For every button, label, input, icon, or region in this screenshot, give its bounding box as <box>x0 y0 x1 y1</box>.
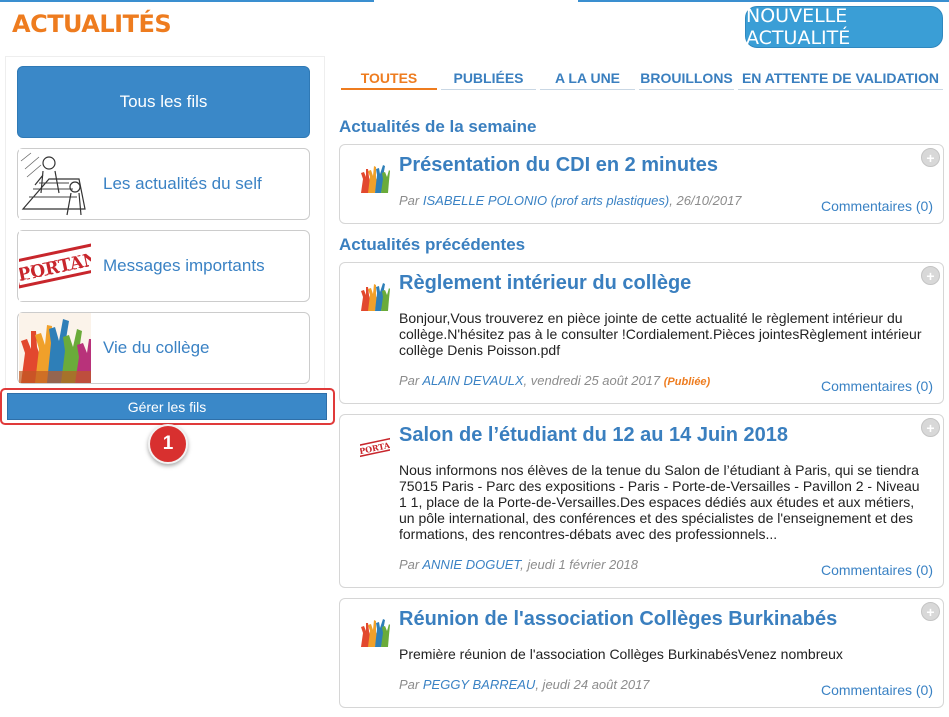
feed-label: Tous les fils <box>119 92 208 111</box>
raised-hands-icon <box>19 313 91 383</box>
news-title[interactable]: Présentation du CDI en 2 minutes <box>399 154 718 177</box>
manage-feeds-highlight: Gérer les fils <box>0 388 335 425</box>
news-date: , jeudi 1 février 2018 <box>520 557 638 572</box>
author-link[interactable]: ISABELLE POLONIO (prof arts plastiques) <box>423 193 669 208</box>
status-badge: (Publiée) <box>663 376 711 388</box>
comments-link[interactable]: Commentaires (0) <box>821 562 933 578</box>
feed-cafeteria[interactable]: Les actualités du self <box>17 148 310 220</box>
top-border-right <box>578 0 949 2</box>
important-stamp-icon: PORTA <box>356 433 394 463</box>
expand-plus-icon[interactable]: + <box>921 602 940 621</box>
section-previous-heading: Actualités précédentes <box>339 235 526 254</box>
author-link[interactable]: PEGGY BARREAU <box>423 677 535 692</box>
news-meta: Par PEGGY BARREAU, jeudi 24 août 2017 <box>399 677 650 692</box>
feed-school-life[interactable]: Vie du collège <box>17 312 310 384</box>
news-card: Règlement intérieur du collège Bonjour,V… <box>339 262 944 404</box>
author-link[interactable]: ANNIE DOGUET <box>422 557 520 572</box>
tab-pending-validation[interactable]: EN ATTENTE DE VALIDATION <box>738 68 943 90</box>
news-date: , jeudi 24 août 2017 <box>535 677 650 692</box>
comments-link[interactable]: Commentaires (0) <box>821 198 933 214</box>
page-title: ACTUALITÉS <box>12 10 172 38</box>
expand-plus-icon[interactable]: + <box>921 418 940 437</box>
news-meta: Par ALAIN DEVAULX, vendredi 25 août 2017… <box>399 373 710 388</box>
news-meta: Par ISABELLE POLONIO (prof arts plastiqu… <box>399 193 742 208</box>
step-number-badge: 1 <box>148 424 188 464</box>
author-prefix: Par <box>399 373 420 388</box>
cafeteria-sketch-icon <box>19 149 91 219</box>
news-title[interactable]: Salon de l’étudiant du 12 au 14 Juin 201… <box>399 424 788 447</box>
feed-important-messages[interactable]: PORTAN Messages importants <box>17 230 310 302</box>
manage-feeds-button[interactable]: Gérer les fils <box>7 393 327 420</box>
feed-all[interactable]: Tous les fils <box>17 66 310 138</box>
tab-drafts[interactable]: BROUILLONS <box>639 68 734 90</box>
news-body: Bonjour,Vous trouverez en pièce jointe d… <box>399 310 922 358</box>
raised-hands-icon <box>360 617 390 647</box>
tab-all[interactable]: TOUTES <box>341 68 437 90</box>
news-date: , vendredi 25 août 2017 <box>523 373 661 388</box>
news-body: Première réunion de l'association Collèg… <box>399 646 843 662</box>
news-page: ACTUALITÉS NOUVELLE ACTUALITÉ Tous les f… <box>0 0 949 717</box>
news-card: Réunion de l'association Collèges Burkin… <box>339 598 944 708</box>
tab-published[interactable]: PUBLIÉES <box>441 68 536 90</box>
raised-hands-icon <box>360 163 390 193</box>
important-stamp-icon: PORTAN <box>19 231 91 301</box>
author-prefix: Par <box>399 193 420 208</box>
expand-plus-icon[interactable]: + <box>921 148 940 167</box>
news-title[interactable]: Règlement intérieur du collège <box>399 272 691 295</box>
section-week-heading: Actualités de la semaine <box>339 117 537 136</box>
expand-plus-icon[interactable]: + <box>921 266 940 285</box>
news-body: Nous informons nos élèves de la tenue du… <box>399 462 920 542</box>
news-card: PORTA Salon de l’étudiant du 12 au 14 Ju… <box>339 414 944 588</box>
top-border <box>0 0 374 2</box>
comments-link[interactable]: Commentaires (0) <box>821 378 933 394</box>
news-date: , 26/10/2017 <box>669 193 742 208</box>
feed-label: Les actualités du self <box>103 174 262 193</box>
feed-label: Messages importants <box>103 256 265 275</box>
news-card: Présentation du CDI en 2 minutes Par ISA… <box>339 144 944 224</box>
comments-link[interactable]: Commentaires (0) <box>821 682 933 698</box>
author-link[interactable]: ALAIN DEVAULX <box>422 373 523 388</box>
feed-label: Vie du collège <box>103 338 210 357</box>
author-prefix: Par <box>399 677 420 692</box>
news-meta: Par ANNIE DOGUET, jeudi 1 février 2018 <box>399 557 638 572</box>
raised-hands-icon <box>360 281 390 311</box>
news-title[interactable]: Réunion de l'association Collèges Burkin… <box>399 608 837 631</box>
tab-featured[interactable]: A LA UNE <box>540 68 635 90</box>
new-news-button[interactable]: NOUVELLE ACTUALITÉ <box>745 5 943 49</box>
news-filter-tabs: TOUTES PUBLIÉES A LA UNE BROUILLONS EN A… <box>341 68 943 90</box>
author-prefix: Par <box>399 557 420 572</box>
